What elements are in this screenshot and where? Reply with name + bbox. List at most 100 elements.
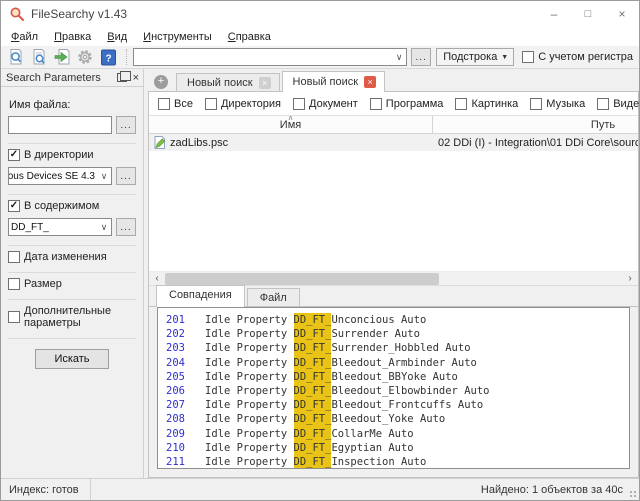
line-number: 203 (166, 341, 190, 355)
content-value: DD_FT_ (9, 222, 97, 233)
filter-directory[interactable]: Директория (205, 98, 281, 110)
directory-browse-button[interactable]: ... (116, 167, 136, 185)
match-line[interactable]: 206Idle Property DD_FT_Bleedout_Elbowbin… (166, 384, 629, 398)
content-combo[interactable]: DD_FT_ ∨ (8, 218, 112, 236)
date-modified-checkbox[interactable] (8, 251, 20, 263)
advanced-checkbox[interactable] (8, 311, 20, 323)
search-button[interactable]: Искать (35, 349, 108, 369)
line-number: 208 (166, 412, 190, 426)
column-header-path[interactable]: Путь (433, 116, 638, 133)
case-sensitive-checkbox[interactable] (522, 51, 534, 63)
filter-directory-checkbox[interactable] (205, 98, 217, 110)
tab-close-icon[interactable]: × (259, 77, 271, 89)
match-line[interactable]: 204Idle Property DD_FT_Bleedout_Armbinde… (166, 356, 629, 370)
tab-new-search-2[interactable]: Новый поиск × (282, 71, 386, 92)
menu-edit[interactable]: Правка (46, 29, 99, 45)
quick-search-input[interactable] (134, 49, 392, 65)
advanced-option[interactable]: Дополнительные параметры (8, 305, 136, 329)
match-mode-select[interactable]: Подстрока ▼ (436, 48, 514, 66)
gear-icon (76, 48, 94, 66)
resize-grip-icon[interactable] (629, 490, 637, 498)
filename-combo: ∨ (8, 116, 112, 134)
match-highlight: DD_FT_ (294, 313, 332, 327)
size-option[interactable]: Размер (8, 278, 136, 290)
sort-asc-icon: ∧ (288, 115, 294, 122)
settings-button[interactable] (74, 47, 96, 67)
filter-picture[interactable]: Картинка (455, 98, 518, 110)
filter-document[interactable]: Документ (293, 98, 358, 110)
match-line[interactable]: 207Idle Property DD_FT_Bleedout_Frontcuf… (166, 398, 629, 412)
scroll-right-icon[interactable]: › (622, 273, 638, 284)
match-line[interactable]: 208Idle Property DD_FT_Bleedout_Yoke Aut… (166, 412, 629, 426)
size-checkbox[interactable] (8, 278, 20, 290)
tab-file[interactable]: Файл (247, 288, 300, 307)
case-sensitive-label: С учетом регистра (538, 51, 633, 63)
advanced-label: Дополнительные параметры (24, 305, 136, 329)
size-label: Размер (24, 278, 62, 290)
filter-program[interactable]: Программа (370, 98, 444, 110)
match-highlight: DD_FT_ (294, 356, 332, 370)
filter-video[interactable]: Видео (597, 98, 640, 110)
match-line[interactable]: 205Idle Property DD_FT_Bleedout_BBYoke A… (166, 370, 629, 384)
menu-file[interactable]: Файл (3, 29, 46, 45)
search-in-files-button[interactable] (28, 47, 50, 67)
float-panel-icon[interactable] (117, 73, 127, 82)
in-content-option[interactable]: ✓ В содержимом (8, 200, 136, 212)
in-content-checkbox[interactable]: ✓ (8, 200, 20, 212)
match-list[interactable]: 201Idle Property DD_FT_Unconcious Auto 2… (157, 307, 630, 469)
case-sensitive-option[interactable]: С учетом регистра (522, 51, 633, 63)
export-results-button[interactable] (51, 47, 73, 67)
scrollbar-track[interactable] (165, 272, 622, 285)
menu-bar: Файл Правка Вид Инструменты Справка (1, 27, 639, 46)
maximize-icon[interactable]: □ (571, 1, 605, 27)
content-browse-button[interactable]: ... (116, 218, 136, 236)
filter-picture-checkbox[interactable] (455, 98, 467, 110)
tab-new-search-1[interactable]: Новый поиск × (176, 73, 280, 92)
match-highlight: DD_FT_ (294, 341, 332, 355)
main-area: Search Parameters × Имя файла: ∨ ... (1, 69, 639, 478)
combo-dropdown-icon[interactable]: ∨ (97, 222, 111, 233)
filter-video-checkbox[interactable] (597, 98, 609, 110)
panel-header: Search Parameters × (1, 69, 143, 87)
help-button[interactable]: ? (97, 47, 119, 67)
column-header-name[interactable]: ∧ Имя (149, 116, 433, 133)
new-search-button[interactable] (5, 47, 27, 67)
menu-tools[interactable]: Инструменты (135, 29, 220, 45)
match-line[interactable]: 201Idle Property DD_FT_Unconcious Auto (166, 313, 629, 327)
close-icon[interactable]: × (605, 1, 639, 27)
quick-search-browse-button[interactable]: ... (411, 48, 431, 66)
match-line[interactable]: 211Idle Property DD_FT_Inspection Auto (166, 455, 629, 469)
filter-all-checkbox[interactable] (158, 98, 170, 110)
date-modified-option[interactable]: Дата изменения (8, 251, 136, 263)
filename-browse-button[interactable]: ... (116, 116, 136, 134)
combo-dropdown-icon[interactable]: ∨ (97, 171, 111, 182)
combo-dropdown-icon[interactable]: ∨ (392, 52, 406, 63)
match-line[interactable]: 209Idle Property DD_FT_CollarMe Auto (166, 427, 629, 441)
column-label: Путь (591, 119, 615, 131)
table-row[interactable]: zadLibs.psc 02 DDi (I) - Integration\01 … (149, 134, 638, 151)
filter-all[interactable]: Все (158, 98, 193, 110)
filename-label: Имя файла: (9, 99, 136, 111)
scrollbar-thumb[interactable] (165, 273, 439, 285)
menu-help[interactable]: Справка (220, 29, 279, 45)
horizontal-scrollbar[interactable]: ‹ › (149, 271, 638, 285)
minimize-icon[interactable]: – (537, 1, 571, 27)
match-line[interactable]: 202Idle Property DD_FT_Surrender Auto (166, 327, 629, 341)
add-tab-icon[interactable]: + (154, 75, 168, 89)
filter-document-checkbox[interactable] (293, 98, 305, 110)
in-directory-checkbox[interactable]: ✓ (8, 149, 20, 161)
filter-program-checkbox[interactable] (370, 98, 382, 110)
directory-combo[interactable]: xml\Devious Devices SE 4.3 ∨ (8, 167, 112, 185)
filter-music[interactable]: Музыка (530, 98, 585, 110)
menu-view[interactable]: Вид (99, 29, 135, 45)
check-icon: ✓ (10, 201, 18, 211)
in-directory-option[interactable]: ✓ В директории (8, 149, 136, 161)
match-after-text: Bleedout_Frontcuffs Auto (331, 398, 483, 412)
tab-matches[interactable]: Совпадения (156, 285, 245, 307)
filter-music-checkbox[interactable] (530, 98, 542, 110)
match-line[interactable]: 203Idle Property DD_FT_Surrender_Hobbled… (166, 341, 629, 355)
close-panel-icon[interactable]: × (133, 72, 139, 84)
tab-close-icon[interactable]: × (364, 76, 376, 88)
scroll-left-icon[interactable]: ‹ (149, 273, 165, 284)
match-line[interactable]: 210Idle Property DD_FT_Egyptian Auto (166, 441, 629, 455)
